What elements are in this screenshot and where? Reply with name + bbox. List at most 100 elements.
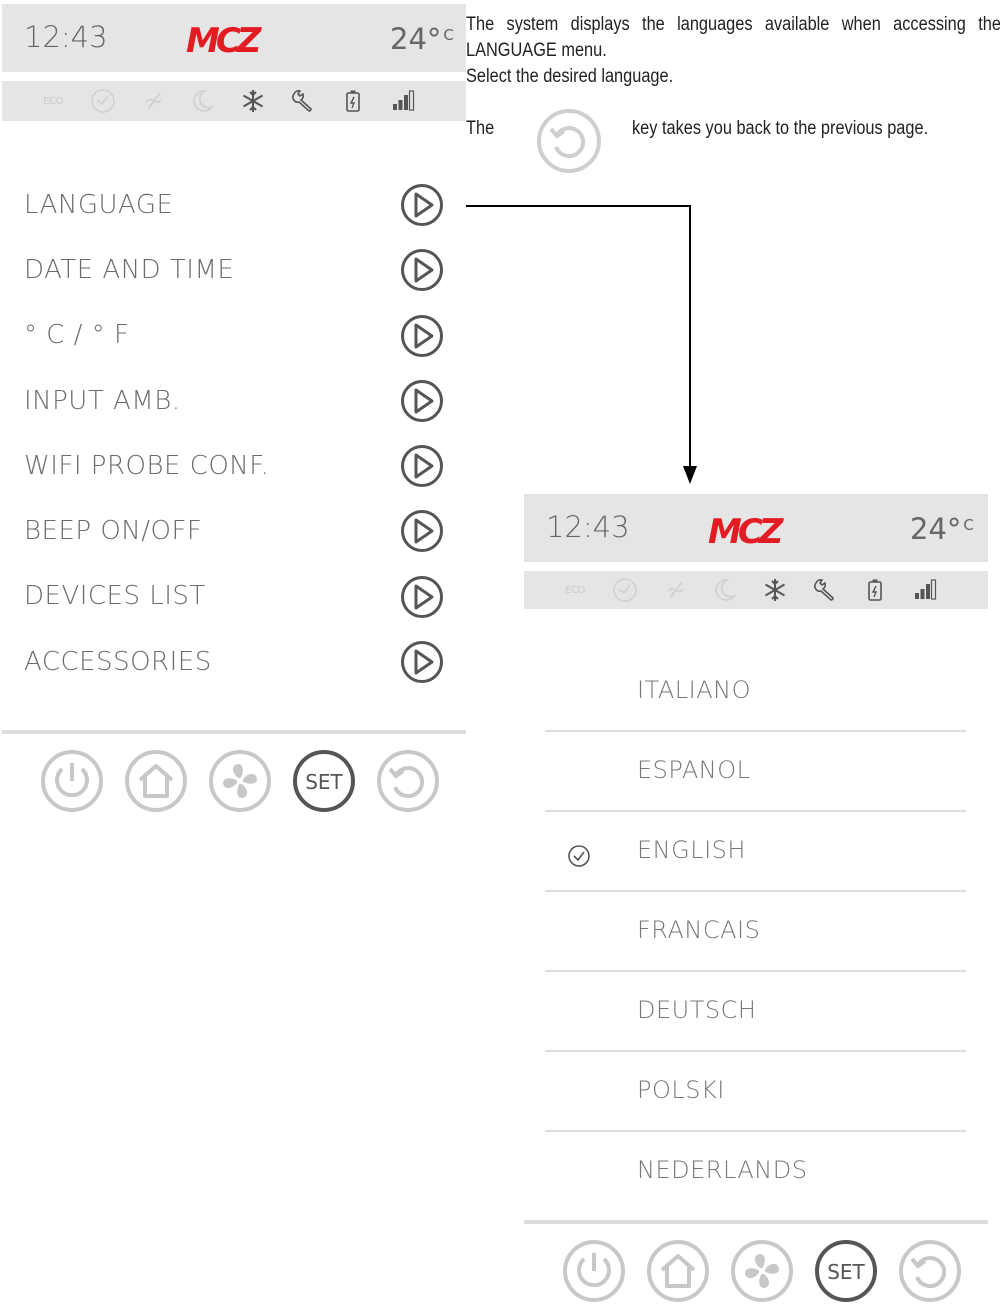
menu-item-label: INPUT AMB. — [24, 385, 181, 416]
power-icon — [41, 750, 103, 812]
set-button[interactable]: SET — [282, 746, 366, 816]
menu-item-input-amb[interactable]: INPUT AMB. — [2, 368, 466, 433]
language-screen: 12:43 MCZ 24° C ECO ITALIANO ESPANOL ENGL… — [524, 494, 988, 1303]
language-item-english[interactable]: ENGLISH — [545, 812, 966, 892]
play-arrow-icon[interactable] — [400, 379, 444, 423]
temperature-readout: 24° C — [910, 512, 974, 546]
temperature-value: 24° — [390, 22, 442, 56]
language-item-polski[interactable]: POLSKI — [545, 1052, 966, 1132]
power-icon — [563, 1240, 625, 1302]
signal-icon — [378, 84, 428, 118]
menu-item-label: DATE AND TIME — [24, 254, 235, 285]
play-arrow-icon[interactable] — [400, 248, 444, 292]
back-key-icon — [537, 109, 601, 173]
play-arrow-icon[interactable] — [400, 183, 444, 227]
status-icon-bar: ECO — [524, 571, 988, 609]
fan-off-icon — [128, 84, 178, 118]
bottom-nav: SET — [30, 746, 450, 816]
menu-item-beep[interactable]: BEEP ON/OFF — [2, 498, 466, 563]
moon-icon — [700, 573, 750, 607]
bottom-nav: SET — [552, 1236, 972, 1306]
menu-item-label: BEEP ON/OFF — [24, 516, 203, 547]
power-button[interactable] — [552, 1236, 636, 1306]
snowflake-icon — [228, 84, 278, 118]
clock-time: 12:43 — [24, 20, 108, 54]
status-icon-bar: ECO — [2, 81, 466, 121]
menu-item-accessories[interactable]: ACCESSORIES — [2, 629, 466, 694]
signal-icon — [900, 573, 950, 607]
clock-icon — [600, 573, 650, 607]
language-item-deutsch[interactable]: DEUTSCH — [545, 972, 966, 1052]
fan-icon — [209, 750, 271, 812]
set-button[interactable]: SET — [804, 1236, 888, 1306]
language-item-espanol[interactable]: ESPANOL — [545, 732, 966, 812]
home-button[interactable] — [114, 746, 198, 816]
play-arrow-icon[interactable] — [400, 640, 444, 684]
status-header: 12:43 MCZ 24° C — [524, 494, 988, 562]
play-arrow-icon[interactable] — [400, 314, 444, 358]
settings-menu: LANGUAGE DATE AND TIME ° C / ° F INPUT A… — [2, 172, 466, 694]
moon-icon — [178, 84, 228, 118]
mcz-logo-text: MCZ — [708, 514, 785, 546]
menu-item-devices-list[interactable]: DEVICES LIST — [2, 564, 466, 629]
divider — [2, 730, 466, 734]
menu-item-temp-unit[interactable]: ° C / ° F — [2, 303, 466, 368]
temperature-value: 24° — [910, 512, 962, 546]
selected-check-icon — [568, 845, 590, 867]
power-button[interactable] — [30, 746, 114, 816]
menu-item-date-time[interactable]: DATE AND TIME — [2, 237, 466, 302]
fan-button[interactable] — [720, 1236, 804, 1306]
set-icon: SET — [293, 750, 355, 812]
settings-screen: 12:43 MCZ 24° C ECO LANGUAGE DATE AND TIM… — [2, 4, 466, 824]
play-arrow-icon[interactable] — [400, 575, 444, 619]
back-icon — [377, 750, 439, 812]
language-item-francais[interactable]: FRANCAIS — [545, 892, 966, 972]
wrench-icon — [800, 573, 850, 607]
fan-icon — [731, 1240, 793, 1302]
back-button[interactable] — [888, 1236, 972, 1306]
language-list: ITALIANO ESPANOL ENGLISH FRANCAIS DEUTSC… — [545, 652, 966, 1212]
menu-item-wifi-probe[interactable]: WIFI PROBE CONF. — [2, 433, 466, 498]
menu-item-label: ACCESSORIES — [24, 646, 212, 677]
snowflake-icon — [750, 573, 800, 607]
language-label: FRANCAIS — [637, 916, 761, 944]
connector-arrow — [466, 205, 697, 484]
battery-icon — [328, 84, 378, 118]
eco-indicator: ECO — [550, 573, 600, 607]
back-key-prefix: The — [466, 118, 495, 139]
description-line-2: Select the desired language. — [466, 66, 674, 87]
language-label: ENGLISH — [637, 836, 746, 864]
play-arrow-icon[interactable] — [400, 509, 444, 553]
temperature-unit: C — [443, 26, 454, 44]
temperature-unit: C — [963, 516, 974, 534]
temperature-readout: 24° C — [390, 22, 454, 56]
language-label: ITALIANO — [637, 676, 752, 704]
play-arrow-icon[interactable] — [400, 444, 444, 488]
eco-indicator: ECO — [28, 84, 78, 118]
back-button[interactable] — [366, 746, 450, 816]
menu-item-label: ° C / ° F — [24, 320, 130, 351]
language-item-italiano[interactable]: ITALIANO — [545, 652, 966, 732]
eco-label: ECO — [565, 584, 585, 596]
clock-time: 12:43 — [546, 510, 630, 544]
wrench-icon — [278, 84, 328, 118]
eco-label: ECO — [43, 95, 63, 107]
home-button[interactable] — [636, 1236, 720, 1306]
back-icon — [899, 1240, 961, 1302]
set-icon: SET — [815, 1240, 877, 1302]
status-header: 12:43 MCZ 24° C — [2, 4, 466, 72]
clock-icon — [78, 84, 128, 118]
fan-off-icon — [650, 573, 700, 607]
language-label: POLSKI — [637, 1076, 725, 1104]
language-label: ESPANOL — [637, 756, 751, 784]
menu-item-language[interactable]: LANGUAGE — [2, 172, 466, 237]
language-item-nederlands[interactable]: NEDERLANDS — [545, 1132, 966, 1212]
description-line-1: The system displays the languages availa… — [466, 14, 1000, 61]
divider — [524, 1220, 988, 1224]
back-key-suffix: key takes you back to the previous page. — [632, 118, 929, 139]
home-icon — [125, 750, 187, 812]
menu-item-label: DEVICES LIST — [24, 581, 206, 612]
fan-button[interactable] — [198, 746, 282, 816]
mcz-logo: MCZ — [186, 23, 267, 55]
home-icon — [647, 1240, 709, 1302]
